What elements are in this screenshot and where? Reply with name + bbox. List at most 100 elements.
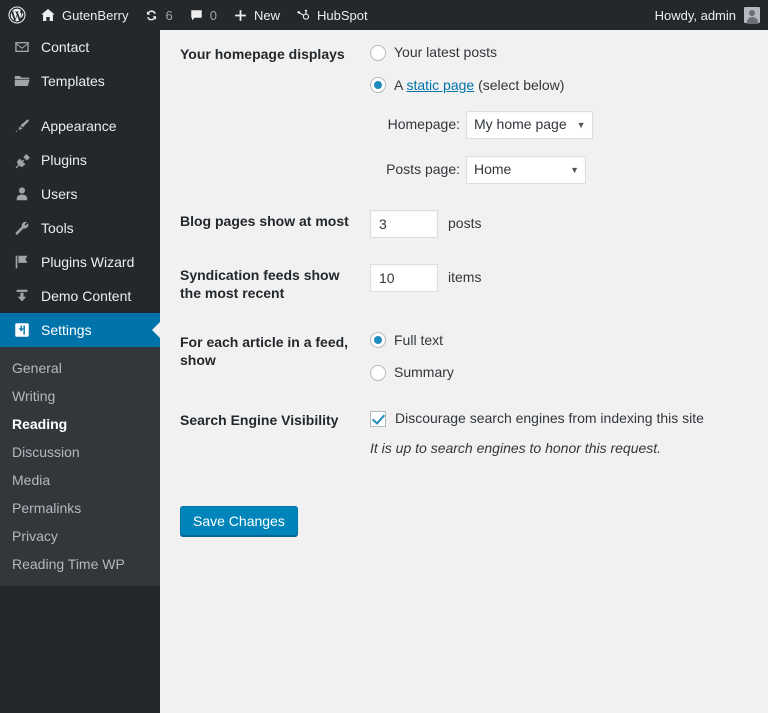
sidebar-item-contact[interactable]: Contact [0, 30, 160, 64]
envelope-icon [12, 37, 32, 57]
label-blog-pages: Blog pages show at most [180, 213, 349, 230]
sidebar-separator [0, 98, 160, 109]
label-feed-show: For each article in a feed, show [180, 333, 349, 368]
submenu-item-general[interactable]: General [0, 354, 160, 382]
howdy-label: Howdy, admin [654, 7, 736, 23]
option-discourage-search-engines[interactable]: Discourage search engines from indexing … [370, 409, 758, 429]
static-page-link[interactable]: static page [406, 77, 474, 93]
home-icon [40, 7, 56, 23]
submenu-item-writing[interactable]: Writing [0, 382, 160, 410]
field-search-visibility: Discourage search engines from indexing … [360, 396, 768, 486]
sidebar-item-label: Templates [41, 73, 105, 89]
option-static-page[interactable]: A static page (select below) [370, 76, 758, 96]
admin-bar: GutenBerry 6 0 New HubSpot Howdy, admin [0, 0, 768, 30]
wordpress-logo-icon [8, 6, 26, 24]
label-homepage-displays: Your homepage displays [180, 46, 345, 62]
sidebar-item-label: Plugins [41, 152, 87, 168]
syndication-input[interactable] [370, 264, 438, 293]
sidebar-item-settings[interactable]: Settings [0, 313, 160, 347]
sidebar-item-users[interactable]: Users [0, 177, 160, 211]
field-feed-show: Full text Summary [360, 318, 768, 396]
plug-icon [12, 150, 32, 170]
sidebar-item-label: Tools [41, 220, 74, 236]
chevron-down-icon: ▼ [570, 164, 579, 175]
sidebar-item-tools[interactable]: Tools [0, 211, 160, 245]
field-syndication-feeds: items [360, 251, 768, 317]
submenu-item-discussion[interactable]: Discussion [0, 438, 160, 466]
site-name-button[interactable]: GutenBerry [32, 0, 136, 30]
discourage-search-engines-checkbox[interactable] [370, 410, 386, 427]
site-name-label: GutenBerry [62, 7, 129, 23]
main-content: Your homepage displays Your latest posts… [160, 30, 768, 713]
chevron-down-icon: ▼ [576, 119, 586, 130]
paintbrush-icon [12, 116, 32, 136]
account-menu[interactable]: Howdy, admin [654, 7, 768, 24]
row-homepage-displays: Your homepage displays Your latest posts… [160, 30, 768, 197]
static-suffix-text: (select below) [474, 76, 565, 93]
option-latest-posts[interactable]: Your latest posts [370, 43, 758, 63]
sidebar-item-label: Plugins Wizard [41, 254, 135, 270]
posts-page-select-label: Posts page: [386, 161, 460, 178]
radio-summary[interactable] [370, 364, 386, 381]
comments-button[interactable]: 0 [181, 0, 225, 30]
homepage-select[interactable]: My home page ▼ [466, 111, 593, 140]
reading-settings-table: Your homepage displays Your latest posts… [160, 30, 768, 486]
syndication-unit: items [448, 269, 482, 286]
sidebar-item-plugins[interactable]: Plugins [0, 143, 160, 177]
radio-full-text-label: Full text [394, 331, 444, 348]
new-content-label: New [253, 7, 280, 23]
row-feed-show: For each article in a feed, show Full te… [160, 318, 768, 396]
new-content-button[interactable]: New [225, 0, 288, 30]
option-full-text[interactable]: Full text [370, 331, 758, 351]
save-changes-button[interactable]: Save Changes [180, 505, 298, 536]
updates-count: 6 [165, 7, 173, 23]
homepage-select-row: Homepage: My home page ▼ [370, 111, 758, 140]
blog-pages-input[interactable] [370, 210, 438, 239]
updates-button[interactable]: 6 [136, 0, 180, 30]
radio-static-page-label: A static page (select below) [394, 76, 564, 96]
sidebar-item-label: Users [41, 186, 78, 202]
radio-summary-label: Summary [394, 364, 454, 381]
sidebar-item-demo-content[interactable]: Demo Content [0, 279, 160, 313]
row-blog-pages: Blog pages show at most posts [160, 197, 768, 251]
comment-bubble-icon [189, 8, 204, 23]
radio-latest-posts[interactable] [370, 44, 386, 61]
sidebar-item-templates[interactable]: Templates [0, 64, 160, 98]
wordpress-logo-button[interactable] [0, 0, 32, 30]
submenu-item-media[interactable]: Media [0, 466, 160, 494]
row-search-visibility: Search Engine Visibility Discourage sear… [160, 396, 768, 486]
hubspot-button[interactable]: HubSpot [288, 0, 376, 30]
label-syndication-feeds: Syndication feeds show the most recent [180, 267, 340, 302]
radio-static-page[interactable] [370, 77, 386, 94]
homepage-select-label: Homepage: [387, 116, 460, 133]
static-prefix-text: A [394, 76, 407, 93]
submenu-item-privacy[interactable]: Privacy [0, 522, 160, 550]
sidebar-item-appearance[interactable]: Appearance [0, 109, 160, 143]
search-visibility-description: It is up to search engines to honor this… [370, 440, 662, 457]
submenu-item-permalinks[interactable]: Permalinks [0, 494, 160, 522]
radio-latest-posts-label: Your latest posts [394, 44, 497, 60]
hubspot-icon [296, 7, 311, 23]
posts-page-select-value: Home [474, 161, 512, 178]
sidebar-item-plugins-wizard[interactable]: Plugins Wizard [0, 245, 160, 279]
updates-icon [144, 8, 159, 23]
avatar-icon [744, 7, 760, 24]
option-summary[interactable]: Summary [370, 363, 758, 383]
label-search-visibility: Search Engine Visibility [180, 411, 339, 428]
field-homepage-displays: Your latest posts A static page (select … [360, 30, 768, 197]
posts-page-select-row: Posts page: Home ▼ [370, 156, 758, 185]
hubspot-label: HubSpot [316, 7, 368, 23]
wrench-icon [12, 218, 32, 238]
submenu-item-reading[interactable]: Reading [0, 410, 160, 438]
sidebar-item-label: Demo Content [41, 288, 132, 304]
flag-icon [12, 252, 32, 272]
settings-icon [12, 320, 32, 340]
discourage-search-engines-label: Discourage search engines from indexing … [395, 409, 704, 426]
radio-full-text[interactable] [370, 332, 386, 349]
user-icon [12, 184, 32, 204]
settings-submenu: General Writing Reading Discussion Media… [0, 347, 160, 586]
posts-page-select[interactable]: Home ▼ [466, 156, 586, 185]
sidebar-item-label: Contact [41, 39, 90, 55]
submenu-item-reading-time-wp[interactable]: Reading Time WP [0, 550, 160, 578]
sidebar-menu: Contact Templates Appearance Plugins Use… [0, 30, 160, 347]
